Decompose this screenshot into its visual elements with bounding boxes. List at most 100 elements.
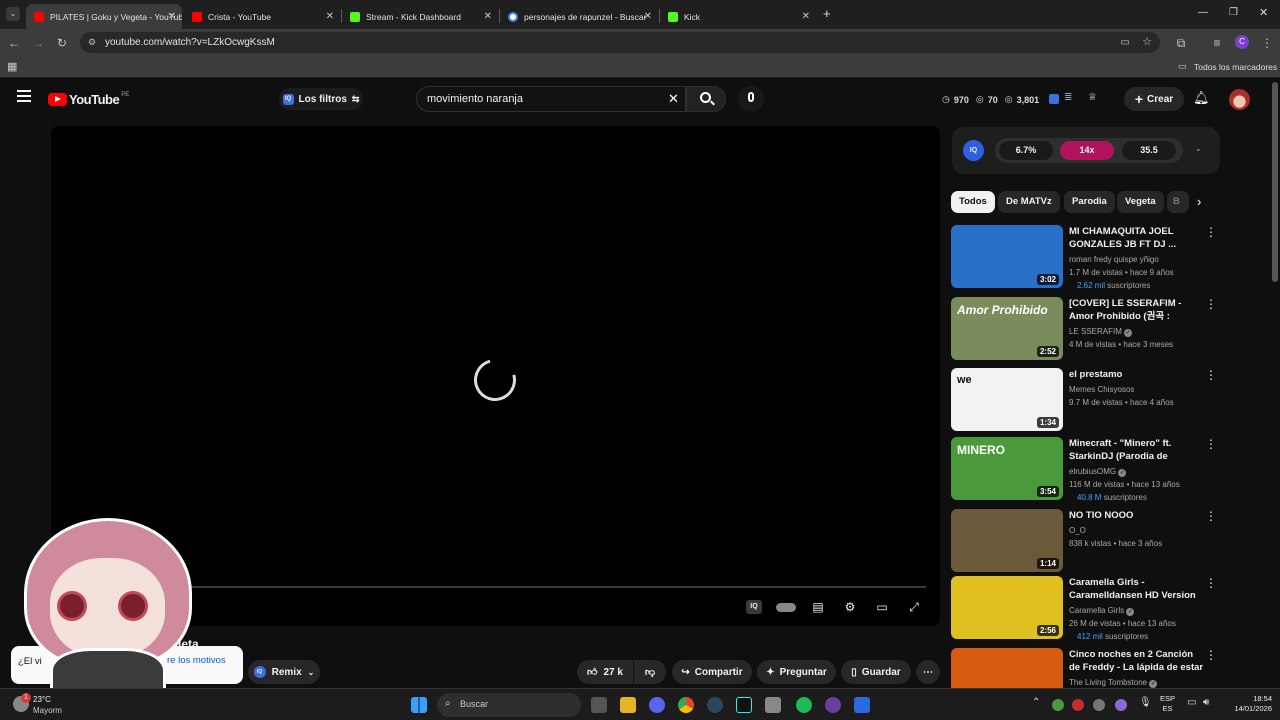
volume-icon[interactable]: 🔊︎ bbox=[1203, 697, 1209, 708]
dislike-button[interactable]: 👎︎ bbox=[634, 660, 666, 684]
restore-button[interactable]: ❐ bbox=[1229, 7, 1238, 18]
recommended-video[interactable]: we 1:34 el prestamo Memes Chisyosos 9.7 M de… bbox=[951, 368, 1221, 434]
recommended-video[interactable]: 3:02 MI CHAMAQUITA JOEL GONZALES JB FT DJ… bbox=[951, 225, 1221, 291]
channel-name[interactable]: Memes Chisyosos bbox=[1069, 385, 1134, 394]
youtube-logo[interactable]: YouTube PE bbox=[48, 92, 129, 107]
close-icon[interactable]: ✕ bbox=[168, 11, 176, 22]
tray-icon[interactable] bbox=[1052, 699, 1064, 711]
microphone-tray-icon[interactable]: 🎙︎ bbox=[1139, 697, 1152, 708]
settings-gear-icon[interactable]: ⚙ bbox=[842, 600, 858, 614]
channel-name[interactable]: Caramella Girls ✓ bbox=[1069, 606, 1135, 616]
video-thumbnail[interactable]: 3:02 bbox=[951, 225, 1063, 288]
extensions-icon[interactable]: ⧉ bbox=[1172, 34, 1190, 52]
video-title[interactable]: Caramella Girls - Caramelldansen HD Vers… bbox=[1069, 576, 1205, 603]
search-input[interactable]: movimiento naranja bbox=[427, 93, 523, 105]
bookmark-star-icon[interactable]: ☆ bbox=[1142, 32, 1152, 53]
channel-name[interactable]: O_O bbox=[1069, 526, 1086, 535]
video-thumbnail[interactable]: MINERO 3:54 bbox=[951, 437, 1063, 500]
account-avatar[interactable] bbox=[1229, 89, 1250, 110]
tab-4[interactable]: Kick ✕ bbox=[660, 4, 816, 29]
remix-button[interactable]: IQ Remix ⌄ bbox=[248, 660, 320, 684]
channel-name[interactable]: roman fredy quispe yñigo bbox=[1069, 255, 1159, 264]
chip-more[interactable]: B bbox=[1167, 191, 1189, 213]
chip-all[interactable]: Todos bbox=[951, 191, 995, 213]
video-title[interactable]: el prestamo bbox=[1069, 368, 1205, 381]
obs-icon[interactable] bbox=[825, 697, 841, 713]
network-icon[interactable]: ▭ bbox=[1187, 697, 1196, 708]
video-thumbnail[interactable]: 2:56 bbox=[951, 576, 1063, 639]
recommended-video[interactable]: MINERO 3:54 Minecraft - "Minero" ft. Stark… bbox=[951, 437, 1221, 503]
minimize-button[interactable]: — bbox=[1198, 7, 1208, 18]
tab-2[interactable]: Stream - Kick Dashboard ✕ bbox=[342, 4, 498, 29]
window-close-button[interactable]: ✕ bbox=[1259, 6, 1268, 19]
iq-extension-icon[interactable] bbox=[1049, 94, 1059, 104]
chevron-right-icon[interactable]: › bbox=[1197, 194, 1201, 209]
windows-start-icon[interactable] bbox=[411, 697, 427, 713]
site-info-icon[interactable]: ⚙ bbox=[88, 32, 96, 53]
reading-list-icon[interactable]: ≡ bbox=[1208, 34, 1226, 52]
app-blue-icon[interactable] bbox=[854, 697, 870, 713]
steam-icon[interactable] bbox=[707, 697, 723, 713]
discord-icon[interactable] bbox=[649, 697, 665, 713]
close-icon[interactable]: ✕ bbox=[644, 11, 652, 22]
taskbar-search[interactable]: ⌕ Buscar bbox=[437, 693, 581, 717]
subtitles-icon[interactable]: ▤ bbox=[810, 600, 826, 614]
cast-icon[interactable]: ▭ bbox=[1121, 32, 1130, 53]
all-bookmarks-link[interactable]: Todos los marcadores bbox=[1194, 62, 1277, 72]
video-thumbnail[interactable]: we 1:34 bbox=[951, 368, 1063, 431]
channel-name[interactable]: The Living Tombstone ✓ bbox=[1069, 678, 1158, 688]
more-actions-button[interactable]: ⋯ bbox=[916, 660, 940, 684]
video-title[interactable]: NO TIO NOOO bbox=[1069, 509, 1205, 522]
more-options-icon[interactable]: ⋮ bbox=[1205, 368, 1217, 382]
address-bar[interactable]: ⚙ youtube.com/watch?v=LZkOcwgKssM ▭ ☆ bbox=[80, 32, 1160, 53]
like-button[interactable]: 👍︎ 27 k bbox=[577, 660, 633, 684]
video-thumbnail[interactable]: Amor Prohibido 2:52 bbox=[951, 297, 1063, 360]
more-options-icon[interactable]: ⋮ bbox=[1205, 648, 1217, 662]
ribbon-icon[interactable]: ♕ bbox=[1088, 92, 1097, 103]
folder-icon[interactable]: ▭ bbox=[1178, 61, 1187, 72]
notifications-bell-icon[interactable]: 🔔︎ bbox=[1193, 90, 1210, 106]
share-button[interactable]: ↪ Compartir bbox=[672, 660, 752, 684]
new-tab-button[interactable]: + bbox=[823, 6, 831, 21]
tray-overflow-icon[interactable]: ⌃ bbox=[1032, 697, 1040, 708]
video-title[interactable]: MI CHAMAQUITA JOEL GONZALES JB FT DJ ... bbox=[1069, 225, 1205, 251]
hamburger-menu-icon[interactable] bbox=[17, 90, 31, 102]
profile-avatar[interactable]: C bbox=[1235, 35, 1249, 49]
recommended-video[interactable]: 2:56 Caramella Girls - Caramelldansen HD … bbox=[951, 576, 1221, 642]
voice-search-button[interactable] bbox=[738, 86, 764, 112]
clock[interactable]: 18:54 14/01/2026 bbox=[1222, 694, 1272, 714]
spotify-icon[interactable] bbox=[796, 697, 812, 713]
recommended-video[interactable]: 1:14 NO TIO NOOO O_O 838 k vistas • hace 3 … bbox=[951, 509, 1221, 575]
autoplay-toggle[interactable] bbox=[776, 603, 796, 612]
channel-name[interactable]: elrubiusOMG ✓ bbox=[1069, 467, 1127, 477]
weather-widget[interactable]: 1 23°C Mayorm bbox=[11, 691, 111, 719]
close-icon[interactable]: ✕ bbox=[484, 11, 492, 22]
search-button[interactable] bbox=[686, 86, 726, 112]
chip-from-channel[interactable]: De MATVz bbox=[998, 191, 1060, 213]
page-scrollbar[interactable] bbox=[1272, 82, 1278, 282]
forward-arrow-icon[interactable]: → bbox=[29, 34, 47, 52]
language-indicator[interactable]: ESP ES bbox=[1160, 694, 1175, 714]
list-icon[interactable]: ≣ bbox=[1064, 92, 1072, 103]
close-icon[interactable]: ✕ bbox=[802, 11, 810, 22]
video-title[interactable]: [COVER] LE SSERAFIM - Amor Prohibido (권곡… bbox=[1069, 297, 1205, 324]
back-arrow-icon[interactable]: ← bbox=[5, 34, 23, 52]
more-options-icon[interactable]: ⋮ bbox=[1205, 576, 1217, 590]
task-view-icon[interactable] bbox=[591, 697, 607, 713]
tab-search-button[interactable]: ⌄ bbox=[6, 7, 20, 21]
video-thumbnail[interactable]: 1:14 bbox=[951, 509, 1063, 572]
app-icon[interactable] bbox=[765, 697, 781, 713]
more-options-icon[interactable]: ⋮ bbox=[1205, 509, 1217, 523]
iq-player-icon[interactable]: IQ bbox=[746, 600, 762, 614]
create-button[interactable]: + Crear bbox=[1124, 87, 1184, 111]
fullscreen-icon[interactable]: ⤢ bbox=[906, 600, 922, 614]
filters-button[interactable]: IQ Los filtros ⇆ bbox=[279, 88, 363, 110]
tray-icon[interactable] bbox=[1115, 699, 1127, 711]
tiktok-icon[interactable] bbox=[736, 697, 752, 713]
tab-0[interactable]: PILATES | Goku y Vegeta - YouTube ✕ bbox=[26, 4, 182, 29]
chip-parody[interactable]: Parodia bbox=[1064, 191, 1115, 213]
more-options-icon[interactable]: ⋮ bbox=[1205, 437, 1217, 451]
theater-mode-icon[interactable]: ▭ bbox=[874, 600, 890, 614]
save-button[interactable]: ▯ Guardar bbox=[841, 660, 911, 684]
video-title[interactable]: Cinco noches en 2 Canción de Freddy - La… bbox=[1069, 648, 1205, 675]
